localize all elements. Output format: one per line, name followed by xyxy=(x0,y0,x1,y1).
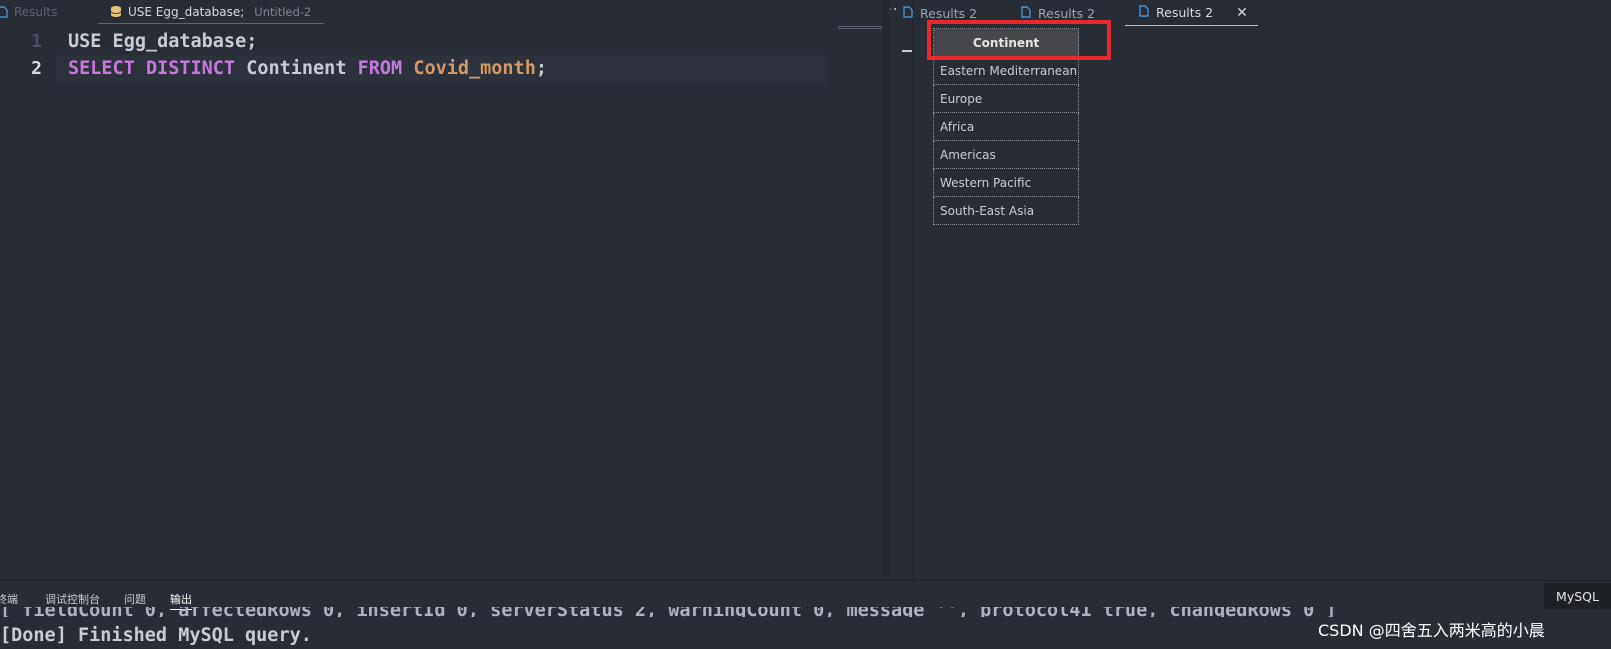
file-icon xyxy=(0,6,8,18)
tab-active-sublabel: Untitled-2 xyxy=(254,4,312,19)
code-token: SELECT xyxy=(68,58,146,79)
file-icon xyxy=(1021,5,1031,21)
file-icon xyxy=(1139,5,1149,20)
table-row[interactable]: Africa xyxy=(932,112,1080,141)
table-row[interactable]: Americas xyxy=(932,140,1080,169)
table-row[interactable]: Eastern Mediterranean xyxy=(932,56,1080,85)
tab-results-label: Results xyxy=(14,5,58,19)
editor-scrollbar[interactable] xyxy=(882,0,890,580)
code-token: USE Egg_database; xyxy=(68,31,258,52)
tab-results-2-active[interactable]: Results 2 ✕ xyxy=(1125,0,1258,26)
results-pane: Results 2 Results 2 Results 2 ✕ Continen… xyxy=(903,0,1611,580)
line-gutter: 1 2 xyxy=(0,28,50,82)
code-editor[interactable]: USE Egg_database; SELECT DISTINCT Contine… xyxy=(56,28,828,82)
highlight-annotation xyxy=(927,20,1111,60)
panel-tab-problems[interactable]: 问题 xyxy=(124,591,146,607)
tab-untitled-2[interactable]: USE Egg_database; Untitled-2 xyxy=(98,0,324,24)
table-cell[interactable]: Africa xyxy=(932,112,1080,141)
table-row[interactable]: South-East Asia xyxy=(932,196,1080,225)
panel-tab-terminal[interactable]: 终端 xyxy=(0,591,18,607)
output-language-select[interactable]: MySQL xyxy=(1544,583,1611,609)
table-cell[interactable]: South-East Asia xyxy=(932,196,1080,225)
close-icon[interactable]: ✕ xyxy=(1236,5,1248,21)
database-icon xyxy=(110,5,122,18)
editor-tab-bar: Results USE Egg_database; Untitled-2 ··· xyxy=(0,0,897,24)
table-cell[interactable]: Europe xyxy=(932,84,1080,113)
table-cell[interactable]: Americas xyxy=(932,140,1080,169)
table-cell[interactable]: Eastern Mediterranean xyxy=(932,56,1080,85)
tab-results[interactable]: Results xyxy=(0,0,96,24)
code-line[interactable]: USE Egg_database; xyxy=(68,28,828,55)
panel-tab-debug-console[interactable]: 调试控制台 xyxy=(45,591,100,607)
code-token: Covid_month xyxy=(413,58,536,79)
table-cell[interactable]: Western Pacific xyxy=(932,168,1080,197)
results-tab-label: Results 2 xyxy=(920,5,978,21)
line-number: 2 xyxy=(31,58,42,79)
results-tab-label: Results 2 xyxy=(1156,5,1214,20)
watermark: CSDN @四舍五入两米高的小晨 xyxy=(1318,621,1545,640)
editor-pane: Results USE Egg_database; Untitled-2 ···… xyxy=(0,0,897,580)
results-grid: Continent Eastern Mediterranean Europe Afr… xyxy=(927,20,1111,225)
line-number: 1 xyxy=(31,31,42,52)
file-icon xyxy=(903,5,913,21)
code-token: Continent xyxy=(246,58,358,79)
code-line[interactable]: SELECT DISTINCT Continent FROM Covid_mon… xyxy=(56,55,828,82)
code-token: DISTINCT xyxy=(145,58,247,79)
code-token: FROM xyxy=(357,58,414,79)
bottom-panel: 终端 调试控制台 问题 输出 MySQL [ fieldCount 0, aff… xyxy=(0,580,1611,649)
code-token: ; xyxy=(535,58,547,79)
table-row[interactable]: Europe xyxy=(932,84,1080,113)
table-row[interactable]: Western Pacific xyxy=(932,168,1080,197)
output-line-done: [Done] Finished MySQL query. xyxy=(0,625,312,646)
output-line-partial: [ fieldCount 0, affectedRows 0, insertId… xyxy=(0,607,1337,617)
results-tab-label: Results 2 xyxy=(1038,5,1096,21)
minimap[interactable] xyxy=(838,26,882,30)
vscode-window: Results USE Egg_database; Untitled-2 ···… xyxy=(0,0,1611,649)
tab-active-label: USE Egg_database; xyxy=(128,4,245,19)
